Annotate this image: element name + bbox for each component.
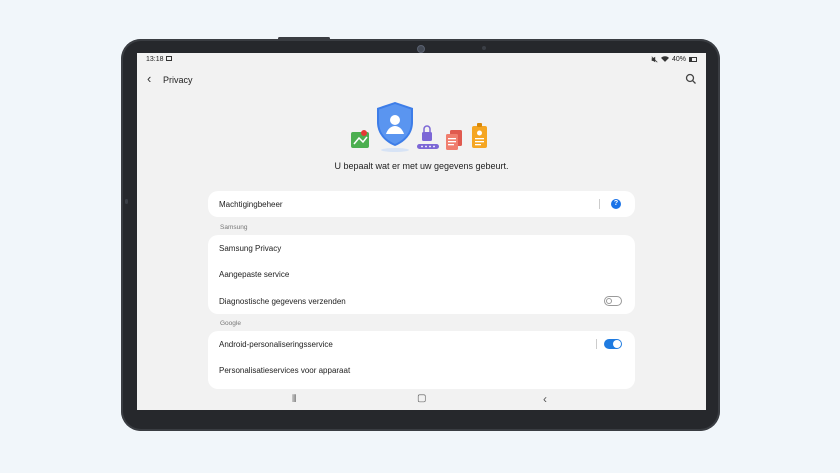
map-icon [351, 130, 369, 148]
samsung-privacy-label: Samsung Privacy [219, 244, 282, 253]
search-icon[interactable] [685, 73, 697, 85]
page-title: Privacy [163, 75, 193, 85]
privacy-illustration [351, 102, 487, 152]
diagnostics-label: Diagnostische gegevens verzenden [219, 297, 346, 306]
section-header-google: Google [220, 320, 241, 327]
android-personalization-row[interactable]: Android-personaliseringsservice [208, 331, 635, 357]
toggle-knob [606, 298, 612, 304]
id-badge-icon [472, 123, 487, 148]
battery-icon [689, 57, 697, 62]
permission-manager-label: Machtigingbeheer [219, 200, 283, 209]
help-icon[interactable]: ? [611, 199, 621, 209]
device-personalization-label: Personalisatieservices voor apparaat [219, 366, 351, 375]
device-personalization-row[interactable]: Personalisatieservices voor apparaat [208, 357, 635, 383]
back-button[interactable]: ‹ [147, 72, 151, 85]
custom-service-row[interactable]: Aangepaste service [208, 261, 635, 287]
nav-back-button[interactable]: ‹ [543, 392, 547, 406]
home-button[interactable]: ▢ [417, 393, 426, 404]
status-right: 40% [651, 56, 697, 63]
device-screen: 13:18 40% ‹ Privacy U bepaalt wat er met… [137, 53, 706, 410]
row-divider [599, 199, 600, 209]
shield-user-icon [377, 102, 413, 152]
battery-percent: 40% [671, 56, 686, 63]
files-icon [446, 130, 462, 150]
power-button [278, 37, 330, 40]
image-icon [166, 56, 172, 61]
status-bar: 13:18 40% [137, 53, 706, 67]
recents-button[interactable]: ⦀ [292, 394, 296, 405]
navigation-bar: ⦀ ▢ ‹ [137, 390, 706, 410]
samsung-privacy-row[interactable]: Samsung Privacy [208, 235, 635, 261]
status-time: 13:18 [146, 56, 164, 63]
lock-icon [417, 125, 439, 149]
permissions-card: Machtigingbeheer ? [208, 191, 635, 217]
side-sensor [125, 199, 128, 204]
proximity-sensor [482, 46, 486, 50]
diagnostics-toggle[interactable] [604, 296, 622, 306]
wifi-icon [660, 56, 669, 62]
diagnostics-row[interactable]: Diagnostische gegevens verzenden [208, 287, 635, 313]
app-bar: ‹ Privacy [137, 70, 706, 90]
samsung-card: Samsung Privacy Aangepaste service Diagn… [208, 235, 635, 314]
row-divider [596, 339, 597, 349]
section-header-samsung: Samsung [220, 224, 248, 231]
hero-caption: U bepaalt wat er met uw gegevens gebeurt… [334, 161, 509, 171]
android-personalization-toggle[interactable] [604, 339, 622, 349]
custom-service-label: Aangepaste service [219, 270, 290, 279]
toggle-knob [613, 340, 621, 348]
mute-icon [651, 56, 658, 63]
android-personalization-label: Android-personaliseringsservice [219, 340, 333, 349]
google-card: Android-personaliseringsservice Personal… [208, 331, 635, 389]
front-camera [417, 45, 425, 53]
permission-manager-row[interactable]: Machtigingbeheer ? [208, 191, 635, 217]
